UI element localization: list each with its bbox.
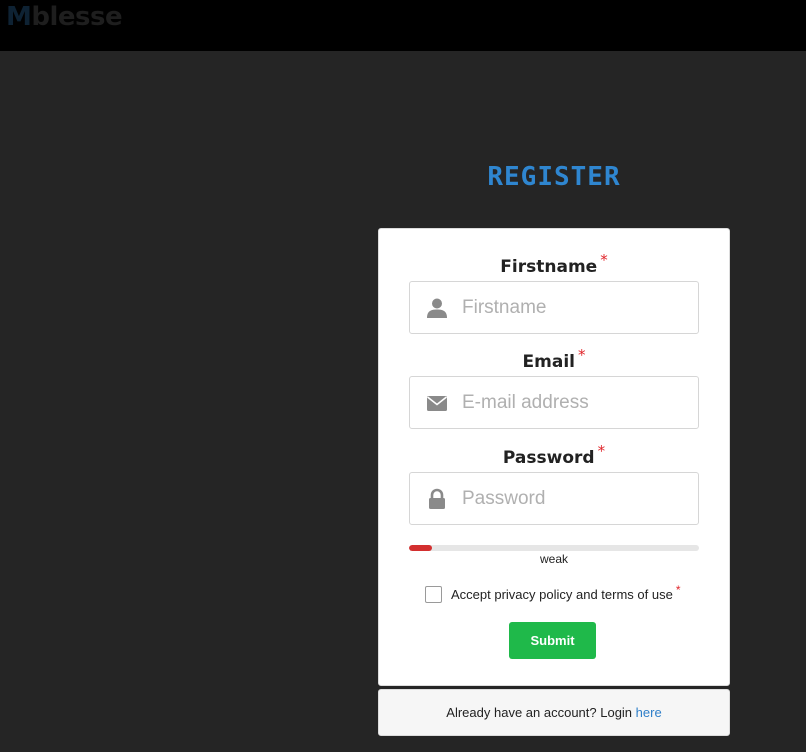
firstname-label: Firstname * bbox=[379, 251, 729, 277]
logo-letter: M bbox=[6, 2, 32, 32]
lock-icon bbox=[429, 488, 445, 509]
terms-checkbox[interactable] bbox=[425, 585, 442, 603]
firstname-input[interactable] bbox=[462, 282, 692, 333]
page-title: REGISTER bbox=[487, 162, 621, 192]
password-strength-bar bbox=[409, 545, 699, 551]
login-link[interactable]: here bbox=[636, 705, 662, 720]
password-label-text: Password bbox=[502, 448, 595, 468]
login-prompt-text: Already have an account? Login bbox=[446, 705, 633, 720]
terms-row: Accept privacy policy and terms of use * bbox=[425, 583, 681, 603]
user-icon bbox=[427, 298, 447, 318]
envelope-icon bbox=[427, 396, 447, 411]
app-logo[interactable]: Mblesse bbox=[6, 1, 123, 33]
firstname-field[interactable] bbox=[409, 281, 699, 334]
email-input[interactable] bbox=[462, 377, 692, 428]
email-field[interactable] bbox=[409, 376, 699, 429]
password-input[interactable] bbox=[462, 473, 692, 524]
top-bar: Mblesse bbox=[0, 0, 806, 51]
submit-button[interactable]: Submit bbox=[509, 622, 596, 659]
register-form: Firstname* Email* Password* weak Acc bbox=[378, 228, 730, 686]
required-marker: * bbox=[577, 346, 586, 364]
password-strength-label: weak bbox=[539, 552, 568, 566]
password-strength-fill bbox=[409, 545, 433, 551]
password-field[interactable] bbox=[409, 472, 699, 525]
terms-label: Accept privacy policy and terms of use * bbox=[451, 583, 681, 602]
email-label-text: Email bbox=[522, 352, 575, 372]
required-marker: * bbox=[597, 442, 606, 460]
required-marker: * bbox=[600, 251, 608, 269]
login-prompt: Already have an account? Login here bbox=[378, 689, 730, 736]
password-label: Password * bbox=[379, 442, 729, 468]
required-marker: * bbox=[675, 582, 681, 597]
firstname-label-text: Firstname bbox=[500, 257, 598, 277]
email-label: Email * bbox=[379, 346, 729, 372]
logo-text: blesse bbox=[31, 2, 123, 32]
terms-label-text: Accept privacy policy and terms of use bbox=[451, 586, 673, 602]
